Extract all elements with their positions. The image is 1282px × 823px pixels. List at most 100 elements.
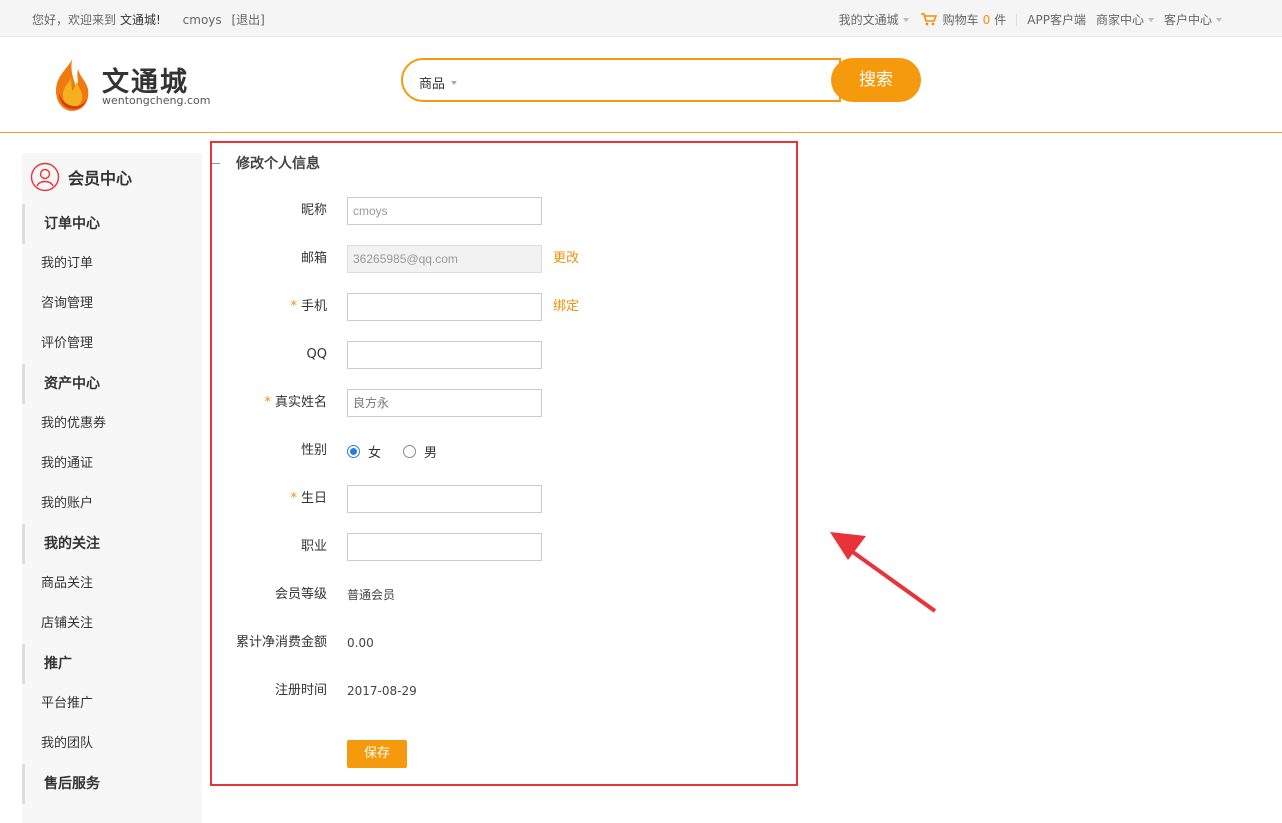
realname-label-wrap: * 真实姓名 — [264, 389, 327, 417]
cart-link[interactable]: 购物车 0 件 — [920, 11, 1007, 28]
birthday-label-wrap: * 生日 — [290, 485, 327, 513]
job-label: 职业 — [300, 539, 327, 554]
spend-value: 0.00 — [347, 636, 374, 650]
chevron-down-icon — [1216, 17, 1222, 22]
regtime-label: 注册时间 — [274, 683, 327, 698]
regtime-row: 注册时间 2017-08-29 — [212, 677, 796, 705]
chevron-down-icon — [902, 17, 909, 22]
email-row: 邮箱 更改 — [212, 245, 796, 273]
top-nav: 我的文通城 购物车 0 件 APP客户端 商家中心 客户中心 — [829, 11, 1222, 28]
qq-input[interactable] — [347, 341, 542, 369]
welcome-area: 您好，欢迎来到 文通城! cmoys [退出] — [32, 11, 265, 28]
app-client-link[interactable]: APP客户端 — [1027, 11, 1086, 28]
sidebar-item-my-orders[interactable]: 我的订单 — [22, 244, 202, 284]
search-category-select[interactable]: 商品 — [419, 73, 458, 92]
save-button[interactable]: 保存 — [347, 740, 407, 768]
nickname-input[interactable] — [347, 197, 542, 225]
chevron-down-icon — [451, 80, 458, 85]
level-label: 会员等级 — [274, 587, 327, 602]
logout-link[interactable]: [退出] — [231, 13, 264, 27]
phone-input[interactable] — [347, 293, 542, 321]
top-bar: 您好，欢迎来到 文通城! cmoys [退出] 我的文通城 购物车 0 件 APP客户… — [0, 0, 1282, 37]
realname-input[interactable] — [347, 389, 542, 417]
sidebar-menu: 订单中心 我的订单 咨询管理 评价管理 资产中心 我的优惠券 我的通证 我的账户… — [22, 204, 202, 804]
sidebar-item-coupons[interactable]: 我的优惠券 — [22, 404, 202, 444]
member-center-header: 会员中心 — [30, 161, 132, 193]
customer-center-label: 客户中心 — [1163, 13, 1212, 27]
qq-row: QQ — [212, 341, 796, 369]
sidebar-item-store-follow[interactable]: 店铺关注 — [22, 604, 202, 644]
required-mark: * — [290, 299, 297, 314]
customer-center-menu[interactable]: 客户中心 — [1164, 11, 1222, 28]
phone-label-wrap: * 手机 — [290, 293, 327, 321]
cart-label: 购物车 — [942, 13, 979, 27]
search-input[interactable] — [473, 66, 823, 94]
phone-row: * 手机 绑定 — [212, 293, 796, 321]
merchant-center-menu[interactable]: 商家中心 — [1096, 11, 1154, 28]
search-category-label: 商品 — [419, 77, 446, 92]
site-header: 文通城 wentongcheng.com 商品 搜索 — [0, 37, 1282, 133]
gender-row: 性别 女 男 — [212, 437, 796, 465]
sidebar-item-account[interactable]: 我的账户 — [22, 484, 202, 524]
gender-female-radio[interactable] — [347, 444, 360, 458]
gender-radio-group: 女 男 — [347, 437, 459, 465]
panel-title: 修改个人信息 — [212, 153, 320, 173]
search-button[interactable]: 搜索 — [831, 58, 921, 102]
sidebar-group-after-sales: 售后服务 — [22, 764, 202, 804]
logo-domain: wentongcheng.com — [102, 94, 211, 107]
my-site-label: 我的文通城 — [838, 13, 899, 27]
sidebar-group-assets: 资产中心 — [22, 364, 202, 404]
annotation-arrow-icon — [830, 532, 937, 613]
member-sidebar: 会员中心 订单中心 我的订单 咨询管理 评价管理 资产中心 我的优惠券 我的通证… — [22, 153, 202, 823]
sidebar-item-inquiries[interactable]: 咨询管理 — [22, 284, 202, 324]
chevron-down-icon — [1147, 17, 1154, 22]
title-dash — [212, 162, 220, 164]
sidebar-group-promotion: 推广 — [22, 644, 202, 684]
flame-logo-icon — [56, 59, 89, 111]
birthday-row: * 生日 — [212, 485, 796, 513]
sidebar-item-tokens[interactable]: 我的通证 — [22, 444, 202, 484]
member-center-title: 会员中心 — [68, 169, 133, 188]
site-logo[interactable]: 文通城 wentongcheng.com — [50, 57, 230, 117]
cart-count: 0 — [982, 12, 991, 27]
gender-male-radio[interactable] — [403, 444, 417, 458]
sidebar-group-following: 我的关注 — [22, 524, 202, 564]
gender-male-label: 男 — [424, 445, 438, 461]
user-icon — [30, 162, 60, 192]
divider — [1016, 13, 1018, 26]
phone-bind-link[interactable]: 绑定 — [553, 293, 579, 321]
realname-label: 真实姓名 — [274, 395, 327, 410]
my-site-menu[interactable]: 我的文通城 — [839, 11, 909, 28]
phone-label: 手机 — [300, 299, 327, 314]
sidebar-group-orders: 订单中心 — [22, 204, 202, 244]
regtime-value: 2017-08-29 — [347, 684, 417, 698]
qq-label: QQ — [306, 347, 327, 362]
gender-label: 性别 — [300, 443, 327, 458]
sidebar-item-reviews[interactable]: 评价管理 — [22, 324, 202, 364]
merchant-center-label: 商家中心 — [1095, 13, 1144, 27]
job-input[interactable] — [347, 533, 542, 561]
sidebar-item-product-follow[interactable]: 商品关注 — [22, 564, 202, 604]
job-row: 职业 — [212, 533, 796, 561]
realname-row: * 真实姓名 — [212, 389, 796, 417]
site-home-link[interactable]: 文通城! — [120, 13, 161, 27]
spend-label: 累计净消费金额 — [235, 635, 327, 650]
welcome-text: 您好，欢迎来到 — [32, 13, 117, 27]
nickname-label: 昵称 — [300, 203, 327, 218]
level-value: 普通会员 — [347, 588, 396, 602]
gender-female-label: 女 — [368, 445, 382, 461]
profile-edit-panel: 修改个人信息 昵称 邮箱 更改 *手机 绑定 QQ *真实姓名 性别 女 男 *… — [210, 141, 798, 786]
birthday-input[interactable] — [347, 485, 542, 513]
spend-row: 累计净消费金额 0.00 — [212, 629, 796, 657]
sidebar-item-platform-promo[interactable]: 平台推广 — [22, 684, 202, 724]
username-link[interactable]: cmoys — [183, 13, 222, 27]
nickname-row: 昵称 — [212, 197, 796, 225]
cart-unit: 件 — [994, 13, 1007, 27]
required-mark: * — [290, 491, 297, 506]
email-change-link[interactable]: 更改 — [553, 245, 579, 273]
search-bar: 商品 搜索 — [401, 58, 921, 102]
cart-icon — [920, 13, 937, 26]
email-label: 邮箱 — [300, 251, 327, 266]
sidebar-item-my-team[interactable]: 我的团队 — [22, 724, 202, 764]
required-mark: * — [264, 395, 271, 410]
